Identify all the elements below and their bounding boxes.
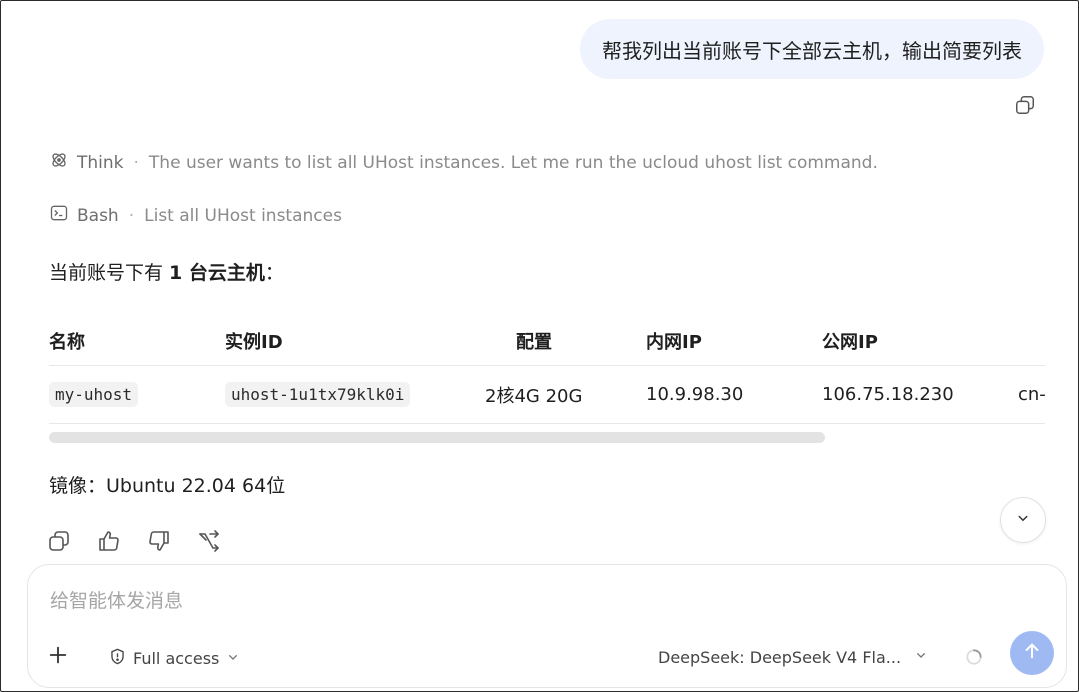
branch-icon[interactable]: [197, 529, 221, 557]
think-label: Think: [77, 152, 124, 173]
copy-message-icon[interactable]: [1014, 94, 1036, 116]
table-header-row: 名称 实例ID 配置 内网IP 公网IP: [49, 316, 1045, 366]
cell-config: 2核4G 20G: [485, 385, 583, 407]
model-selector[interactable]: DeepSeek: DeepSeek V4 Fla...: [658, 647, 929, 667]
bash-text: List all UHost instances: [144, 205, 342, 226]
chat-page: 帮我列出当前账号下全部云主机，输出简要列表 Think · The user w…: [0, 0, 1079, 692]
host-count-summary: 当前账号下有 1 台云主机：: [49, 258, 284, 285]
cell-private-ip: 10.9.98.30: [646, 384, 744, 405]
message-actions: [47, 529, 221, 557]
chevron-down-icon: [225, 649, 241, 669]
header-instance-id: 实例ID: [225, 331, 283, 353]
summary-suffix: ：: [264, 262, 284, 284]
chevron-down-icon: [1014, 509, 1032, 531]
access-mode-selector[interactable]: Full access: [108, 647, 241, 670]
header-public-ip: 公网IP: [822, 331, 878, 353]
loading-spinner-icon: [964, 647, 984, 667]
table-row: my-uhost uhost-1u1tx79klk0i 2核4G 20G 10.…: [49, 366, 1045, 424]
image-info: 镜像：Ubuntu 22.04 64位: [49, 475, 286, 497]
user-message-bubble: 帮我列出当前账号下全部云主机，输出简要列表: [580, 19, 1044, 79]
summary-prefix: 当前账号下有: [49, 262, 170, 284]
host-table: 名称 实例ID 配置 内网IP 公网IP my-uhost uhost-1u1t…: [49, 316, 1045, 424]
instance-id-code: uhost-1u1tx79klk0i: [225, 382, 411, 407]
header-private-ip: 内网IP: [646, 331, 702, 353]
thumbs-up-icon[interactable]: [97, 529, 121, 557]
table-horizontal-scrollbar[interactable]: [49, 432, 825, 443]
arrow-up-icon: [1021, 640, 1043, 666]
message-composer: Full access DeepSeek: DeepSeek V4 Fla...: [27, 564, 1067, 688]
separator-dot: ·: [128, 205, 135, 226]
access-label: Full access: [133, 649, 220, 668]
user-message-text: 帮我列出当前账号下全部云主机，输出简要列表: [602, 38, 1022, 63]
header-name: 名称: [49, 331, 85, 353]
chevron-down-icon: [913, 647, 929, 667]
bash-label: Bash: [77, 205, 119, 226]
cell-region: cn-: [1018, 384, 1045, 405]
shield-icon: [108, 647, 127, 670]
terminal-icon: [49, 203, 69, 228]
add-attachment-button[interactable]: [40, 639, 76, 675]
plus-icon: [47, 644, 69, 670]
think-step[interactable]: Think · The user wants to list all UHost…: [49, 150, 878, 175]
cell-instance-id: uhost-1u1tx79klk0i: [225, 366, 411, 423]
copy-icon[interactable]: [47, 529, 71, 557]
send-button[interactable]: [1010, 631, 1054, 675]
bash-step[interactable]: Bash · List all UHost instances: [49, 203, 342, 228]
summary-count: 1 台云主机: [169, 262, 265, 284]
host-name-code: my-uhost: [49, 382, 139, 407]
thumbs-down-icon[interactable]: [147, 529, 171, 557]
model-label: DeepSeek: DeepSeek V4 Fla...: [658, 647, 902, 667]
think-icon: [49, 150, 69, 175]
header-config: 配置: [516, 331, 552, 353]
scroll-to-bottom-button[interactable]: [1000, 497, 1046, 543]
think-text: The user wants to list all UHost instanc…: [148, 152, 878, 173]
message-input[interactable]: [50, 587, 950, 615]
separator-dot: ·: [133, 152, 139, 173]
cell-public-ip: 106.75.18.230: [822, 384, 954, 405]
cell-name: my-uhost: [49, 366, 139, 423]
